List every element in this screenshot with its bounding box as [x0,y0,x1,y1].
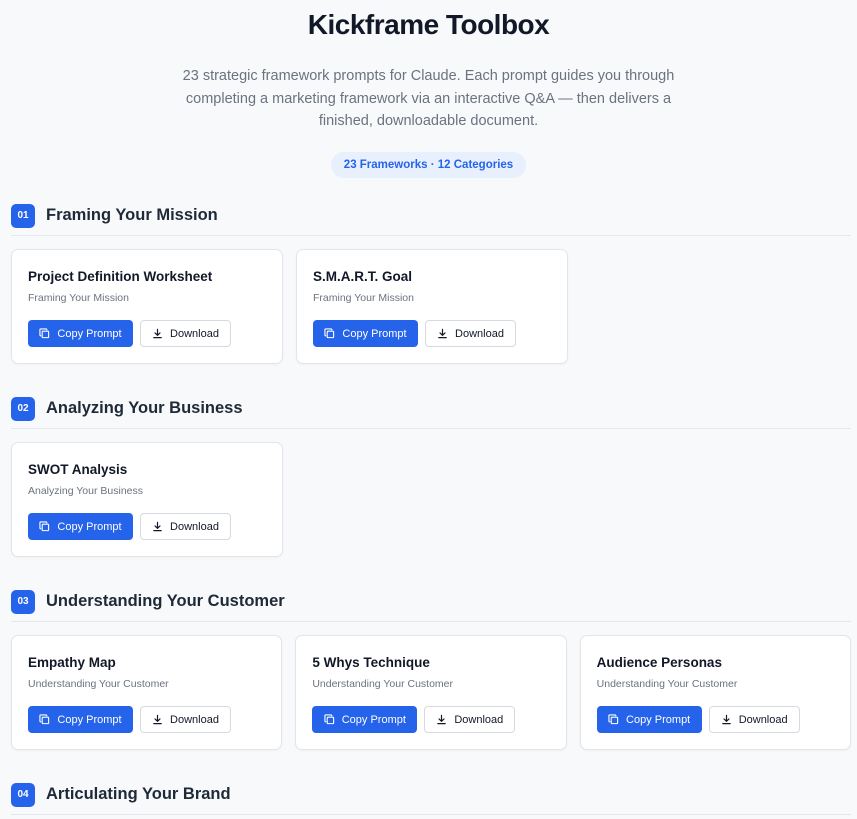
copy-icon [39,327,51,340]
copy-icon [39,713,51,726]
copy-icon [39,520,51,533]
card-title: SWOT Analysis [28,462,128,477]
page-subtitle: 23 strategic framework prompts for Claud… [182,68,675,129]
card-title: Audience Personas [596,655,722,670]
card-actions: Copy Prompt Download [313,320,551,347]
download-label: Download [170,520,219,533]
section-header: 01 Framing Your Mission [11,203,851,228]
copy-prompt-label: Copy Prompt [626,713,691,726]
copy-prompt-button[interactable]: Copy Prompt [312,706,418,733]
copy-prompt-label: Copy Prompt [57,713,122,726]
section-number-badge: 03 [11,589,35,614]
summary-badge: 23 Frameworks · 12 Categories [330,151,527,178]
section-title: Framing Your Mission [46,206,218,224]
section-number-badge: 02 [11,396,35,421]
section-divider [11,621,851,622]
card-actions: Copy Prompt Download [312,706,549,733]
framework-card: Empathy Map Understanding Your Customer … [11,635,283,750]
framework-card: Audience Personas Understanding Your Cus… [579,635,851,750]
download-icon [152,521,164,533]
copy-icon [324,713,336,726]
card-actions: Copy Prompt Download [28,320,266,347]
copy-prompt-label: Copy Prompt [57,520,122,533]
card-grid: SWOT Analysis Analyzing Your Business Co… [11,442,851,557]
card-actions: Copy Prompt Download [596,706,834,733]
framework-sections: 01 Framing Your Mission Project Definiti… [11,203,851,819]
card-actions: Copy Prompt Download [28,706,265,733]
card-title: Empathy Map [28,655,116,670]
download-label: Download [455,327,504,340]
copy-prompt-button[interactable]: Copy Prompt [313,320,418,347]
download-label: Download [454,713,504,726]
card-category: Framing Your Mission [28,292,129,304]
card-category: Understanding Your Customer [28,678,169,690]
section-title: Understanding Your Customer [46,592,285,610]
framework-card: S.M.A.R.T. Goal Framing Your Mission Cop… [296,249,568,364]
copy-prompt-button[interactable]: Copy Prompt [28,320,133,347]
card-category: Understanding Your Customer [312,678,453,690]
copy-prompt-label: Copy Prompt [342,327,407,340]
copy-prompt-label: Copy Prompt [341,713,406,726]
copy-prompt-label: Copy Prompt [57,327,122,340]
card-category: Framing Your Mission [313,292,414,304]
download-icon [152,328,164,340]
section-divider [11,235,851,236]
section-title: Analyzing Your Business [46,399,243,417]
category-section: 01 Framing Your Mission Project Definiti… [11,203,851,364]
section-number-badge: 01 [11,203,35,228]
section-header: 04 Articulating Your Brand [11,782,851,807]
download-icon [436,714,448,726]
page-title: Kickframe Toolbox [307,9,550,40]
download-button[interactable]: Download [425,320,516,347]
copy-prompt-button[interactable]: Copy Prompt [28,513,133,540]
download-button[interactable]: Download [708,706,800,733]
section-number-badge: 04 [11,782,35,807]
card-title: Project Definition Worksheet [28,269,213,284]
download-label: Download [170,713,219,726]
card-category: Analyzing Your Business [28,485,143,497]
card-grid: Project Definition Worksheet Framing You… [11,249,851,364]
framework-card: SWOT Analysis Analyzing Your Business Co… [11,442,283,557]
framework-card: Project Definition Worksheet Framing You… [11,249,283,364]
section-header: 02 Analyzing Your Business [11,396,851,421]
category-section: 03 Understanding Your Customer Empathy M… [11,589,851,750]
copy-icon [324,327,336,340]
download-button[interactable]: Download [424,706,516,733]
section-title: Articulating Your Brand [46,785,231,803]
download-icon [437,328,449,340]
download-button[interactable]: Download [140,513,231,540]
download-button[interactable]: Download [140,320,231,347]
category-section: 02 Analyzing Your Business SWOT Analysis… [11,396,851,557]
page-header: Kickframe Toolbox 23 strategic framework… [0,0,857,178]
download-button[interactable]: Download [140,706,231,733]
copy-prompt-button[interactable]: Copy Prompt [28,706,133,733]
framework-card: 5 Whys Technique Understanding Your Cust… [295,635,567,750]
card-title: 5 Whys Technique [312,655,430,670]
download-icon [152,714,164,726]
card-category: Understanding Your Customer [596,678,738,690]
download-label: Download [738,713,788,726]
section-header: 03 Understanding Your Customer [11,589,851,614]
section-divider [11,428,851,429]
copy-prompt-button[interactable]: Copy Prompt [596,706,702,733]
card-grid: Empathy Map Understanding Your Customer … [11,635,851,750]
download-label: Download [170,327,219,340]
copy-icon [608,713,620,726]
download-icon [721,714,733,726]
section-divider [11,814,851,815]
card-title: S.M.A.R.T. Goal [313,269,413,284]
card-actions: Copy Prompt Download [28,513,266,540]
category-section: 04 Articulating Your Brand [11,782,851,815]
